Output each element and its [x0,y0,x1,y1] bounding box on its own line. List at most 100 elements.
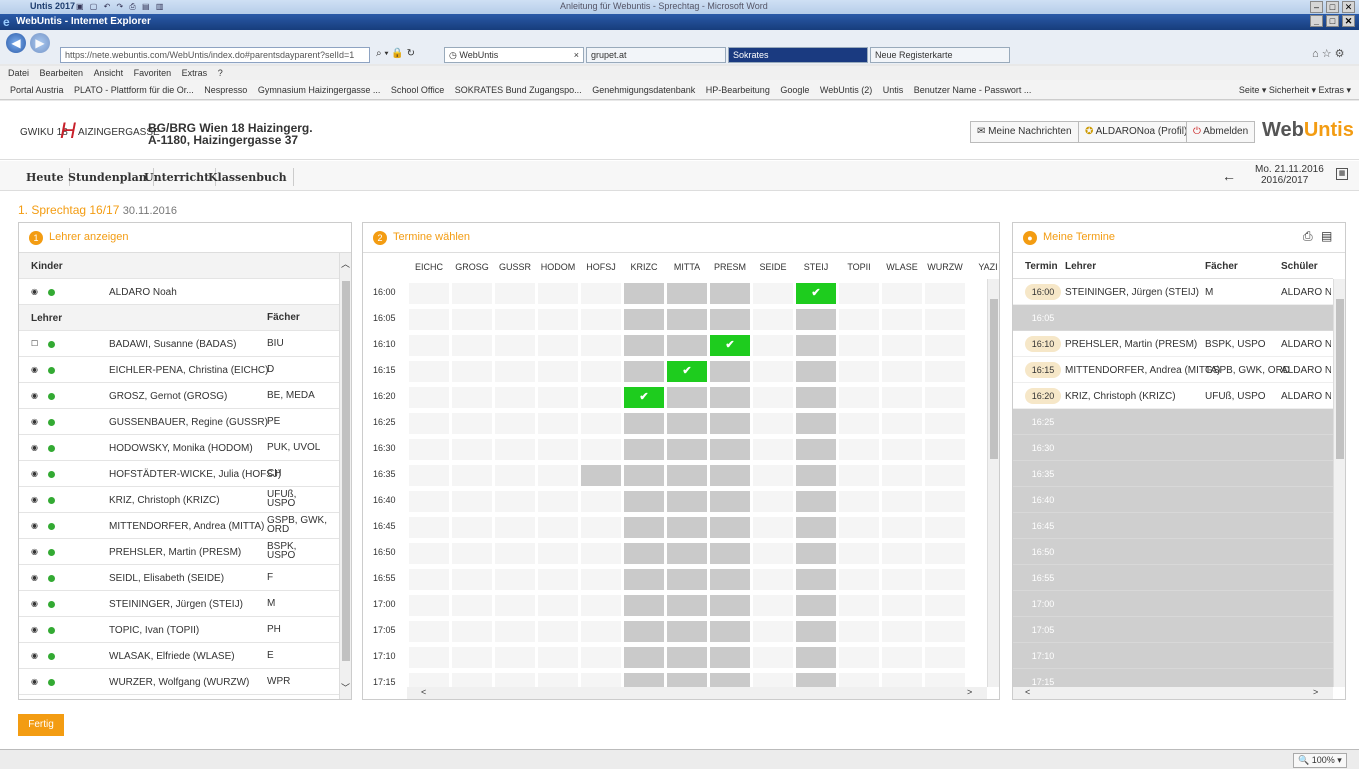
time-slot[interactable] [409,517,449,538]
time-slot[interactable] [409,491,449,512]
time-slot[interactable] [409,595,449,616]
time-slot[interactable] [452,439,492,460]
time-slot[interactable] [882,517,922,538]
time-slot[interactable] [753,621,793,642]
nav-klassenbuch[interactable]: Klassenbuch [202,168,294,186]
time-slot[interactable] [538,439,578,460]
time-slot[interactable] [710,283,750,304]
time-slot[interactable] [495,543,535,564]
chevron-left-icon[interactable]: < [1025,687,1030,697]
time-slot[interactable] [495,309,535,330]
time-slot[interactable] [624,491,664,512]
time-slot[interactable] [925,309,965,330]
fav-item[interactable]: Google [780,85,809,95]
time-slot[interactable] [882,491,922,512]
tab-new[interactable]: Neue Registerkarte [870,47,1010,63]
time-slot[interactable] [667,569,707,590]
time-slot[interactable] [710,543,750,564]
search-refresh-icons[interactable]: ⌕ ▾ 🔒 ↻ [376,48,415,59]
time-slot[interactable] [796,517,836,538]
browser-maximize-icon[interactable]: □ [1326,15,1339,27]
fav-item[interactable]: Portal Austria [10,85,64,95]
appointments-scrollbar[interactable] [1333,279,1345,687]
time-slot[interactable] [495,595,535,616]
time-slot[interactable]: ✔ [796,283,836,304]
time-slot[interactable] [409,621,449,642]
time-slot[interactable] [796,335,836,356]
time-slot[interactable] [538,465,578,486]
time-slot[interactable] [839,283,879,304]
eye-icon[interactable]: ◉ [31,521,38,530]
time-slot[interactable] [624,439,664,460]
eye-icon[interactable]: ◉ [31,469,38,478]
time-slot[interactable] [925,647,965,668]
chevron-left-icon[interactable]: < [421,687,426,697]
time-slot[interactable] [839,439,879,460]
time-slot[interactable] [452,621,492,642]
time-slot[interactable] [839,413,879,434]
fav-item[interactable]: School Office [391,85,444,95]
eye-icon[interactable]: ◉ [31,677,38,686]
time-slot[interactable] [624,543,664,564]
eye-icon[interactable]: ◉ [31,365,38,374]
teacher-row[interactable]: ◉ KRIZ, Christoph (KRIZC) UFUß, USPO [19,487,339,513]
time-slot[interactable] [538,387,578,408]
time-slot[interactable] [753,413,793,434]
menu-help[interactable]: ? [218,68,223,78]
fav-item[interactable]: PLATO - Plattform für die Or... [74,85,194,95]
time-slot[interactable] [452,595,492,616]
time-slot[interactable] [753,309,793,330]
time-slot[interactable] [796,569,836,590]
time-slot[interactable] [753,387,793,408]
time-slot[interactable] [796,465,836,486]
grid-hscrollbar[interactable]: < > [407,687,987,699]
menu-ansicht[interactable]: Ansicht [94,68,124,78]
time-slot[interactable] [839,491,879,512]
time-slot[interactable] [753,595,793,616]
time-slot[interactable] [495,491,535,512]
time-slot[interactable] [667,517,707,538]
time-slot[interactable] [452,543,492,564]
time-slot[interactable] [581,361,621,382]
time-slot[interactable] [710,465,750,486]
time-slot[interactable] [538,595,578,616]
teacher-row[interactable]: ◉ MITTENDORFER, Andrea (MITTA) GSPB, GWK, … [19,513,339,539]
scroll-thumb[interactable] [342,281,350,661]
time-slot[interactable] [925,283,965,304]
time-slot[interactable] [452,647,492,668]
browser-close-icon[interactable]: ✕ [1342,15,1355,27]
time-slot[interactable] [839,361,879,382]
time-slot[interactable] [753,335,793,356]
time-slot[interactable] [667,387,707,408]
time-slot[interactable] [581,465,621,486]
menu-datei[interactable]: Datei [8,68,29,78]
time-slot[interactable] [753,361,793,382]
eye-icon[interactable]: ◉ [31,443,38,452]
time-slot[interactable] [495,283,535,304]
word-maximize-icon[interactable]: □ [1326,1,1339,13]
home-star-gear-icons[interactable]: ⌂ ☆ ⚙ [1312,47,1344,60]
teacher-row[interactable]: ☐ BADAWI, Susanne (BADAS) BIU [19,331,339,357]
tab-webuntis[interactable]: ◷ WebUntis × [444,47,584,63]
zoom-control[interactable]: 🔍 100% ▾ [1293,753,1347,768]
time-slot[interactable] [882,621,922,642]
time-slot[interactable] [925,595,965,616]
time-slot[interactable] [624,465,664,486]
time-slot[interactable] [452,491,492,512]
time-slot[interactable] [839,595,879,616]
child-row[interactable]: ◉ ALDARO Noah [19,279,339,305]
teacher-row[interactable]: ◉ HODOWSKY, Monika (HODOM) PUK, UVOL [19,435,339,461]
fav-item[interactable]: Gymnasium Haizingergasse ... [258,85,381,95]
time-slot[interactable] [538,413,578,434]
time-slot[interactable] [495,517,535,538]
tab-close-icon[interactable]: × [574,50,579,60]
eye-icon[interactable]: ◉ [31,417,38,426]
time-slot[interactable] [710,309,750,330]
time-slot[interactable] [925,491,965,512]
time-slot[interactable] [495,621,535,642]
time-slot[interactable] [710,517,750,538]
time-slot[interactable] [839,569,879,590]
time-slot[interactable] [581,387,621,408]
time-slot[interactable] [925,543,965,564]
time-slot[interactable] [839,465,879,486]
